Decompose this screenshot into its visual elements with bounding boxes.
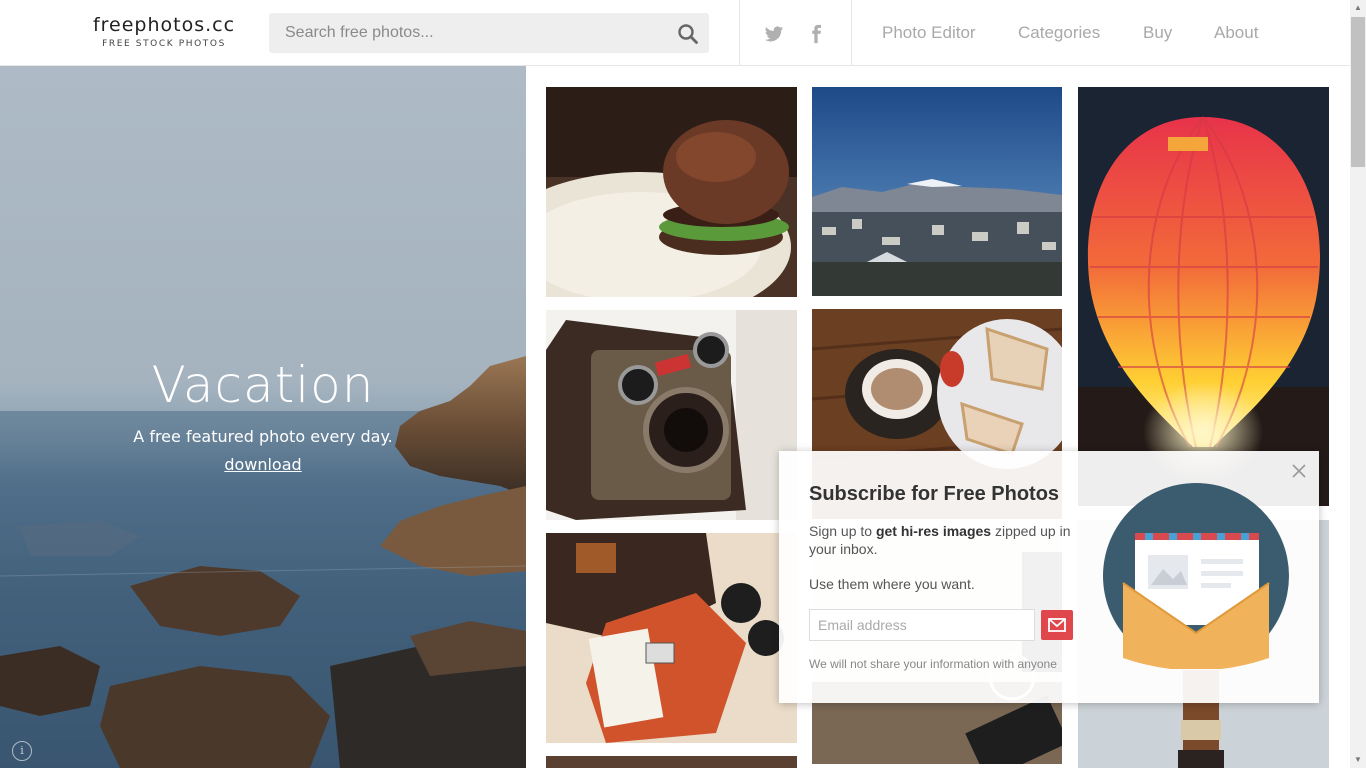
hero-featured-photo: Vacation A free featured photo every day…	[0, 66, 526, 768]
hero-rocks-image	[0, 356, 526, 768]
subscribe-popup: Subscribe for Free Photos Sign up to get…	[779, 451, 1319, 703]
popup-description: Sign up to get hi-res images zipped up i…	[809, 522, 1099, 558]
hero-tagline: A free featured photo every day.	[133, 427, 393, 446]
info-icon[interactable]: i	[12, 741, 32, 761]
photo-tile-camera[interactable]	[546, 310, 797, 520]
nav-buy[interactable]: Buy	[1143, 23, 1172, 43]
hero-download-link[interactable]: download	[221, 455, 305, 474]
popup-desc-pre: Sign up to	[809, 523, 876, 539]
mail-icon	[1048, 618, 1066, 632]
photo-tile-city-mountains[interactable]	[812, 87, 1062, 296]
popup-desc-bold: get hi-res images	[875, 523, 992, 539]
popup-usage-text: Use them where you want.	[809, 576, 975, 592]
nav-categories[interactable]: Categories	[1018, 23, 1100, 43]
facebook-icon[interactable]	[806, 24, 826, 44]
nav-about[interactable]: About	[1214, 23, 1258, 43]
hero-title: Vacation	[151, 356, 375, 414]
photo-tile-bag-sunglasses[interactable]	[546, 533, 797, 743]
close-icon[interactable]	[1291, 463, 1307, 479]
photo-tile-balloon[interactable]	[1078, 87, 1329, 506]
scrollbar-thumb[interactable]	[1351, 17, 1365, 167]
scroll-up-icon[interactable]: ▲	[1350, 0, 1366, 16]
nav-photo-editor[interactable]: Photo Editor	[882, 23, 976, 43]
site-header: freephotos.cc FREE STOCK PHOTOS Photo Ed…	[0, 0, 1350, 66]
scroll-down-icon[interactable]: ▼	[1350, 752, 1366, 768]
search-bar	[269, 13, 709, 53]
privacy-note: We will not share your information with …	[809, 657, 1057, 671]
photo-tile-burger[interactable]	[546, 87, 797, 297]
popup-title: Subscribe for Free Photos	[809, 483, 1060, 505]
logo[interactable]: freephotos.cc FREE STOCK PHOTOS	[88, 14, 240, 49]
logo-title: freephotos.cc	[92, 14, 236, 36]
header-divider	[739, 0, 740, 66]
search-input[interactable]	[269, 13, 649, 53]
envelope-illustration	[1103, 483, 1289, 669]
subscribe-button[interactable]	[1041, 610, 1073, 640]
email-field[interactable]	[809, 609, 1035, 641]
twitter-icon[interactable]	[764, 24, 784, 44]
search-icon[interactable]	[677, 23, 699, 45]
logo-subtitle: FREE STOCK PHOTOS	[102, 39, 226, 49]
photo-tile-next[interactable]	[546, 756, 797, 768]
header-divider	[851, 0, 852, 66]
